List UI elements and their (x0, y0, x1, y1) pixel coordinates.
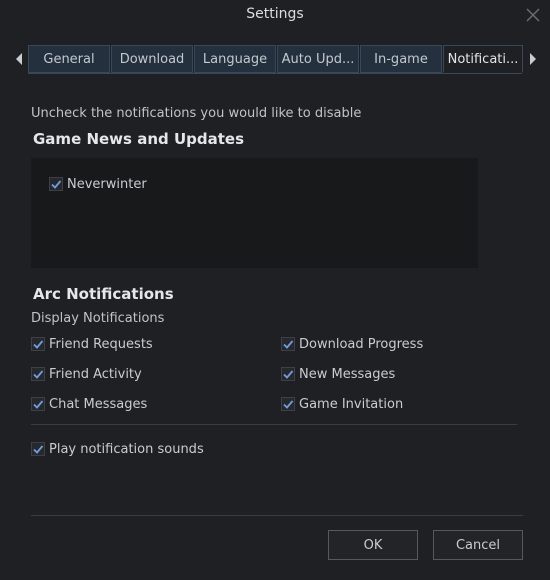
checkbox-label: Neverwinter (67, 176, 147, 192)
window-title: Settings (246, 6, 304, 22)
checkbox-friend-requests[interactable]: Friend Requests (31, 335, 153, 353)
checkbox-box[interactable] (281, 337, 295, 351)
checkbox-neverwinter[interactable]: Neverwinter (49, 175, 147, 193)
section-divider (31, 424, 517, 425)
checkmark-icon (283, 400, 294, 409)
checkbox-new-messages[interactable]: New Messages (281, 365, 395, 383)
tab-underline (28, 73, 522, 74)
checkbox-label: Friend Requests (49, 336, 153, 352)
checkmark-icon (283, 370, 294, 379)
checkbox-label: Chat Messages (49, 396, 148, 412)
title-bar: Settings (0, 0, 550, 32)
tab-scroll-right-icon[interactable] (527, 52, 539, 66)
checkbox-label: Game Invitation (299, 396, 404, 412)
checkbox-label: Play notification sounds (49, 441, 204, 457)
checkbox-box[interactable] (31, 397, 45, 411)
settings-window: Settings General Download Language Auto … (0, 0, 550, 580)
checkbox-friend-activity[interactable]: Friend Activity (31, 365, 142, 383)
tab-general[interactable]: General (28, 45, 110, 73)
checkmark-icon (51, 180, 62, 189)
arc-notifications-heading: Arc Notifications (33, 285, 174, 303)
display-notifications-label: Display Notifications (31, 311, 165, 326)
checkbox-chat-messages[interactable]: Chat Messages (31, 395, 147, 413)
tab-notifications[interactable]: Notificati... (443, 45, 523, 73)
ok-button[interactable]: OK (328, 530, 418, 560)
checkbox-label: New Messages (299, 366, 396, 382)
checkbox-box[interactable] (281, 367, 295, 381)
tab-download[interactable]: Download (111, 45, 193, 73)
close-icon[interactable] (524, 6, 542, 24)
checkbox-game-invitation[interactable]: Game Invitation (281, 395, 403, 413)
checkmark-icon (33, 445, 44, 454)
checkbox-box[interactable] (49, 177, 63, 191)
game-news-heading: Game News and Updates (33, 130, 245, 148)
checkbox-box[interactable] (281, 397, 295, 411)
checkmark-icon (33, 340, 44, 349)
checkbox-label: Download Progress (299, 336, 424, 352)
tab-bar: General Download Language Auto Upd... In… (0, 44, 550, 74)
intro-text: Uncheck the notifications you would like… (31, 106, 362, 121)
checkbox-label: Friend Activity (49, 366, 142, 382)
checkbox-box[interactable] (31, 367, 45, 381)
footer-divider (31, 515, 523, 516)
tab-auto-update[interactable]: Auto Upd... (277, 45, 359, 73)
checkbox-box[interactable] (31, 337, 45, 351)
checkmark-icon (33, 370, 44, 379)
checkmark-icon (33, 400, 44, 409)
cancel-button[interactable]: Cancel (433, 530, 523, 560)
checkbox-play-sounds[interactable]: Play notification sounds (31, 440, 204, 458)
tab-language[interactable]: Language (194, 45, 276, 73)
tab-in-game[interactable]: In-game (360, 45, 442, 73)
checkbox-box[interactable] (31, 442, 45, 456)
tab-scroll-left-icon[interactable] (13, 52, 25, 66)
checkbox-download-progress[interactable]: Download Progress (281, 335, 423, 353)
checkmark-icon (283, 340, 294, 349)
